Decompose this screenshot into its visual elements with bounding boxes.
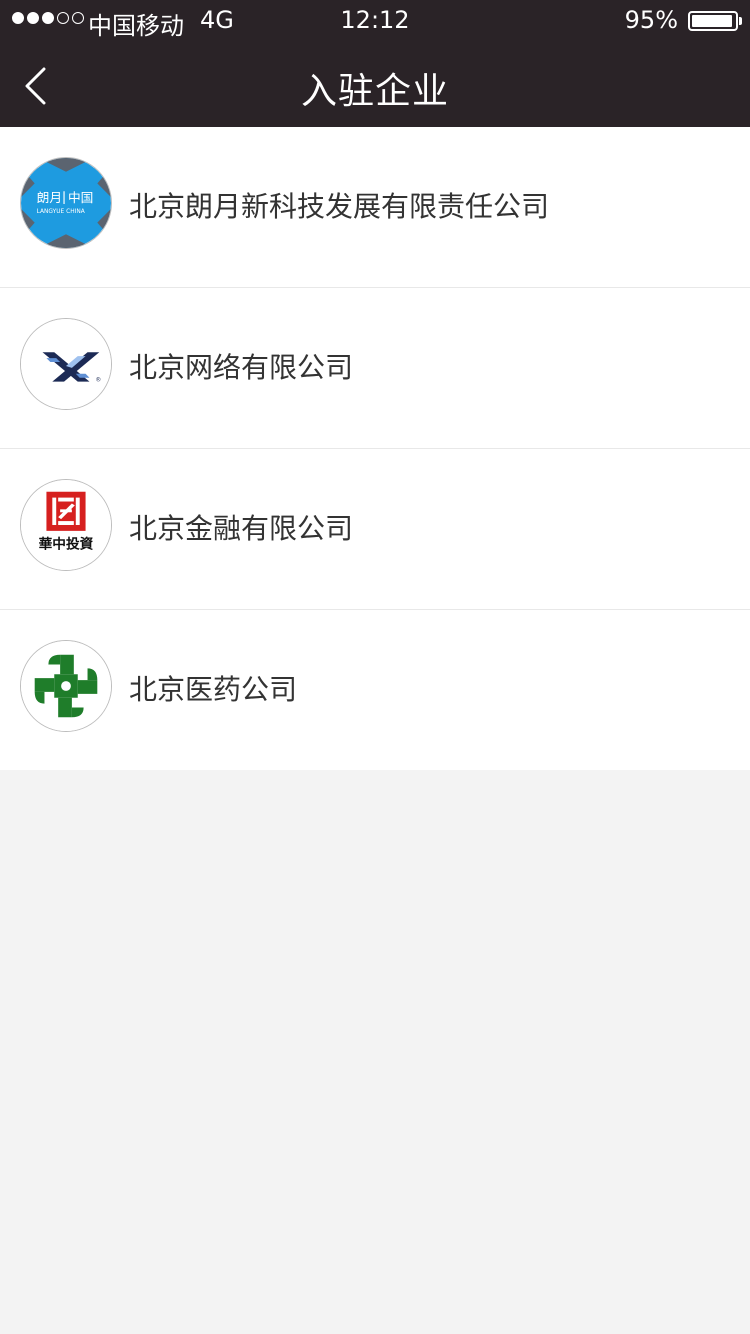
battery-level <box>692 15 732 27</box>
screen: 中国移动 4G 12:12 95% 入驻企业 朗月 中国 LANGYUE CHI… <box>0 0 750 1334</box>
logo-text: ® <box>95 377 101 384</box>
company-name: 北京医药公司 <box>129 673 298 706</box>
battery-tip <box>739 17 742 25</box>
list-item[interactable]: 北京医药公司 <box>0 610 750 770</box>
top-bar: 中国移动 4G 12:12 95% 入驻企业 <box>0 0 750 127</box>
company-list: 朗月 中国 LANGYUE CHINA 北京朗月新科技发展有限责任公司 ® 北京… <box>0 127 750 770</box>
green-cross-pharma-logo <box>20 640 112 732</box>
huazhong-investment-logo: 華中投資 <box>20 479 112 571</box>
page-title: 入驻企业 <box>300 71 449 112</box>
battery-icon <box>688 11 738 31</box>
company-name: 北京网络有限公司 <box>129 351 354 384</box>
company-name: 北京朗月新科技发展有限责任公司 <box>129 190 550 223</box>
battery-percentage: 95% <box>624 6 678 34</box>
x-network-logo: ® <box>20 318 112 410</box>
langyue-logo: 朗月 中国 LANGYUE CHINA <box>20 157 112 249</box>
company-name: 北京金融有限公司 <box>129 512 354 545</box>
logo-text: 華中投資 <box>39 535 94 552</box>
list-item[interactable]: 華中投資 北京金融有限公司 <box>0 449 750 610</box>
logo-text: 朗月 <box>37 190 62 205</box>
list-item[interactable]: 朗月 中国 LANGYUE CHINA 北京朗月新科技发展有限责任公司 <box>0 127 750 288</box>
list-item[interactable]: ® 北京网络有限公司 <box>0 288 750 449</box>
logo-text: LANGYUE CHINA <box>37 209 85 215</box>
status-bar: 中国移动 4G 12:12 95% <box>0 0 750 40</box>
navigation-bar: 入驻企业 <box>0 40 750 127</box>
logo-text: 中国 <box>68 190 93 205</box>
